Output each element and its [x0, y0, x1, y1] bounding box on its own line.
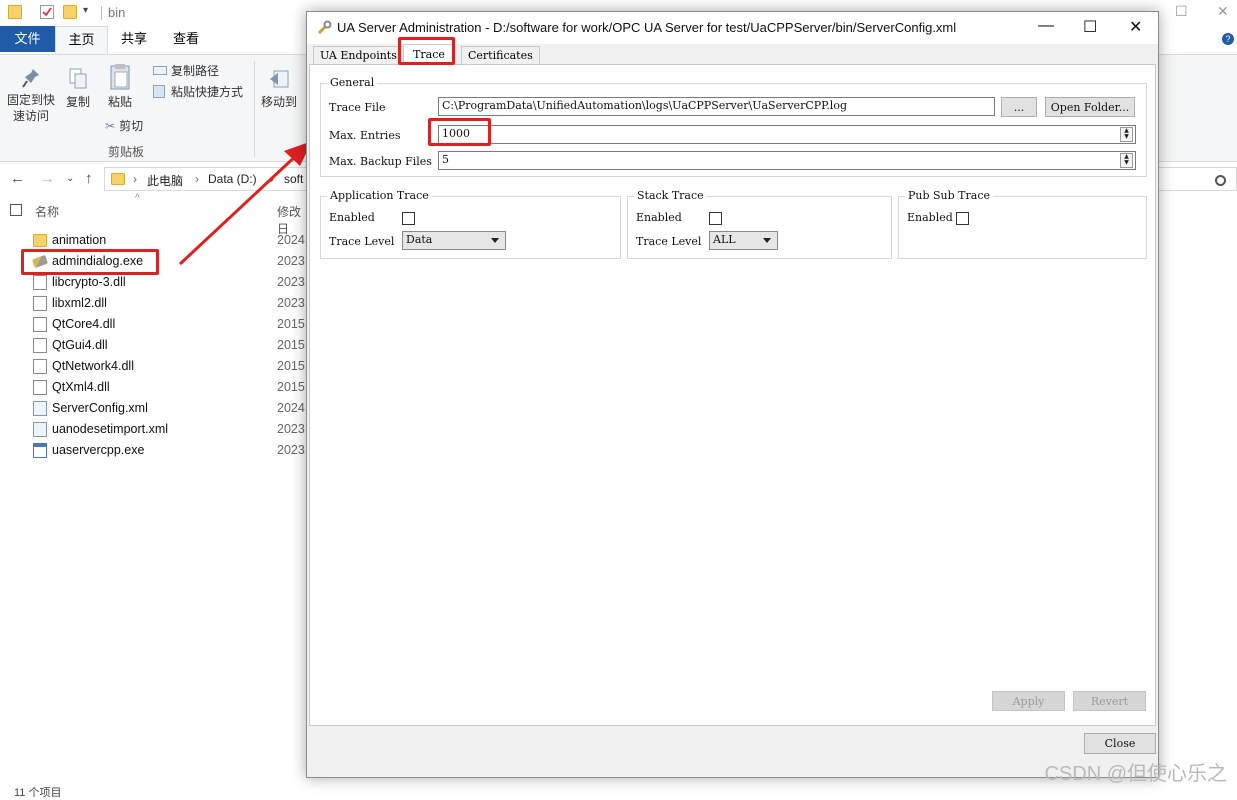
ua-server-admin-dialog: UA Server Administration - D:/software f…: [306, 11, 1159, 778]
maximize-icon[interactable]: ☐: [1083, 17, 1097, 37]
tab-certificates[interactable]: Certificates: [461, 46, 540, 64]
application-trace-group: Application Trace Enabled Trace Level Da…: [320, 189, 621, 259]
general-title: General: [327, 76, 378, 89]
pubsub-trace-group: Pub Sub Trace Enabled: [898, 189, 1147, 259]
tab-ua-endpoints[interactable]: UA Endpoints: [313, 46, 404, 64]
apply-button[interactable]: Apply: [992, 691, 1065, 711]
max-backup-files-value: 5: [442, 153, 449, 166]
stack-trace-level-value: ALL: [713, 233, 736, 246]
max-entries-input[interactable]: 1000 ▲ ▼: [438, 125, 1136, 144]
trace-panel: General Trace File C:\ProgramData\Unifie…: [309, 64, 1156, 726]
app-trace-level-label: Trace Level: [329, 235, 395, 248]
revert-button[interactable]: Revert: [1073, 691, 1146, 711]
dropdown-arrow-icon: [763, 238, 771, 243]
browse-button[interactable]: ...: [1001, 97, 1037, 117]
tab-trace[interactable]: Trace: [403, 44, 455, 65]
app-trace-level-value: Data: [406, 233, 433, 246]
max-entries-value: 1000: [442, 127, 470, 140]
wrench-icon: [316, 20, 332, 36]
pubsub-enabled-checkbox[interactable]: [956, 212, 969, 225]
dialog-tabs: UA Endpoints Trace Certificates: [307, 44, 1158, 65]
minimize-icon[interactable]: —: [1038, 17, 1054, 35]
watermark: CSDN @但使心乐之: [1044, 763, 1227, 785]
app-enabled-label: Enabled: [329, 211, 375, 224]
pubsub-trace-title: Pub Sub Trace: [905, 189, 994, 202]
max-entries-label: Max. Entries: [329, 129, 401, 142]
max-backup-files-input[interactable]: 5 ▲ ▼: [438, 151, 1136, 170]
spinner-icon[interactable]: ▲ ▼: [1120, 127, 1133, 142]
open-folder-button[interactable]: Open Folder...: [1045, 97, 1135, 117]
dialog-titlebar: UA Server Administration - D:/software f…: [307, 12, 1158, 44]
stack-enabled-label: Enabled: [636, 211, 682, 224]
spinner-icon[interactable]: ▲ ▼: [1120, 153, 1133, 168]
trace-file-label: Trace File: [329, 101, 386, 114]
pubsub-enabled-label: Enabled: [907, 211, 953, 224]
trace-file-input[interactable]: C:\ProgramData\UnifiedAutomation\logs\Ua…: [438, 97, 995, 116]
close-button[interactable]: Close: [1084, 733, 1156, 754]
dialog-title: UA Server Administration - D:/software f…: [337, 20, 957, 35]
max-backup-files-label: Max. Backup Files: [329, 155, 432, 168]
stack-enabled-checkbox[interactable]: [709, 212, 722, 225]
general-group: General Trace File C:\ProgramData\Unifie…: [320, 76, 1147, 177]
close-icon[interactable]: ✕: [1129, 17, 1142, 37]
app-trace-level-select[interactable]: Data: [402, 231, 506, 250]
stack-trace-title: Stack Trace: [634, 189, 707, 202]
application-trace-title: Application Trace: [327, 189, 432, 202]
app-enabled-checkbox[interactable]: [402, 212, 415, 225]
stack-trace-level-label: Trace Level: [636, 235, 702, 248]
dropdown-arrow-icon: [491, 238, 499, 243]
stack-trace-group: Stack Trace Enabled Trace Level ALL: [627, 189, 892, 259]
stack-trace-level-select[interactable]: ALL: [709, 231, 778, 250]
